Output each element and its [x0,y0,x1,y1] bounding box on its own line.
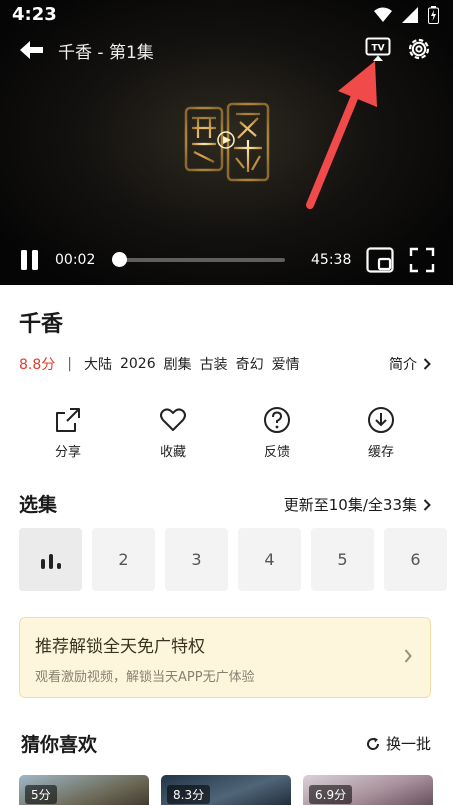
show-meta: 8.8分 | 大陆 2026 剧集 古装 奇幻 爱情 [19,354,308,374]
playing-bars-icon [40,553,61,569]
refresh-icon [366,737,379,750]
region-tag: 大陆 [83,357,112,373]
score: 8.8分 [19,357,56,373]
episodes-update-text: 更新至10集/全33集 [283,496,417,514]
help-icon [264,407,290,433]
pause-icon[interactable] [20,249,40,271]
ad-free-promo-card[interactable]: 推荐解锁全天免广特权 观看激励视频，解锁当天APP无广体验 [19,617,431,698]
episode-item[interactable]: 6 [384,528,447,591]
episode-item[interactable]: 3 [165,528,228,591]
episode-list: 2 3 4 5 6 [19,528,453,591]
download-icon [368,407,394,433]
seek-bar[interactable] [117,258,285,262]
svg-text:TV: TV [371,44,384,54]
recommend-card[interactable]: 6.9分 [303,775,433,805]
signal-icon [402,7,418,23]
heart-icon [160,408,186,431]
gear-icon[interactable] [406,36,432,62]
action-row: 分享 收藏 反馈 缓存 [0,406,453,461]
chevron-right-icon [404,649,412,663]
episode-item[interactable]: 5 [311,528,374,591]
kind-tag: 剧集 [163,357,192,373]
annotation-arrow [306,61,377,209]
player-controls: 00:02 45:38 [0,244,453,276]
genre-tag: 古装 [199,357,228,373]
download-label: 缓存 [367,445,394,460]
meta-separator: | [67,356,72,372]
promo-title: 推荐解锁全天免广特权 [35,637,205,657]
intro-link[interactable]: 简介 [389,354,431,374]
current-time: 00:02 [55,252,96,268]
download-button[interactable]: 缓存 [346,406,416,461]
recommend-card[interactable]: 8.3分 [161,775,291,805]
episode-item[interactable]: 4 [238,528,301,591]
favorite-label: 收藏 [159,445,186,460]
refresh-button[interactable]: 换一批 [366,733,431,754]
duration: 45:38 [311,252,352,268]
feedback-label: 反馈 [263,445,290,460]
year-tag: 2026 [119,356,156,372]
back-arrow-icon[interactable] [18,38,44,62]
episodes-title: 选集 [19,494,58,516]
status-bar: 4:23 [0,0,453,30]
battery-charging-icon [428,6,439,24]
episodes-update-link[interactable]: 更新至10集/全33集 [284,494,431,515]
recommend-score: 5分 [25,785,57,804]
pip-icon[interactable] [366,247,394,273]
share-icon [56,408,80,432]
wifi-icon [374,7,392,22]
status-icons [374,6,439,24]
player-top-bar: 千香 - 第1集 TV [0,34,453,66]
favorite-button[interactable]: 收藏 [138,406,208,461]
genre-tag: 爱情 [271,357,300,373]
episode-item[interactable]: 2 [92,528,155,591]
video-title: 千香 - 第1集 [58,43,154,63]
fullscreen-icon[interactable] [409,247,435,273]
feedback-button[interactable]: 反馈 [242,406,312,461]
promo-subtitle: 观看激励视频，解锁当天APP无广体验 [35,670,255,685]
video-player[interactable]: 4:23 千香 - 第1集 TV 00:02 45:38 [0,0,453,285]
share-button[interactable]: 分享 [33,406,103,461]
intro-label: 简介 [389,357,417,373]
seek-bar-knob[interactable] [112,252,127,267]
recommend-card[interactable]: 5分 [19,775,149,805]
recommend-score: 8.3分 [167,785,211,804]
recommend-list: 5分 8.3分 6.9分 [19,775,453,805]
status-time: 4:23 [12,4,57,25]
episode-playing[interactable] [19,528,82,591]
recommend-score: 6.9分 [309,785,353,804]
recommend-title: 猜你喜欢 [21,734,98,756]
chevron-right-icon [423,358,431,370]
refresh-label: 换一批 [385,735,431,753]
show-title: 千香 [19,312,64,337]
share-label: 分享 [54,445,81,460]
genre-tag: 奇幻 [235,357,264,373]
channel-logo [184,102,270,182]
chevron-right-icon [423,498,431,511]
